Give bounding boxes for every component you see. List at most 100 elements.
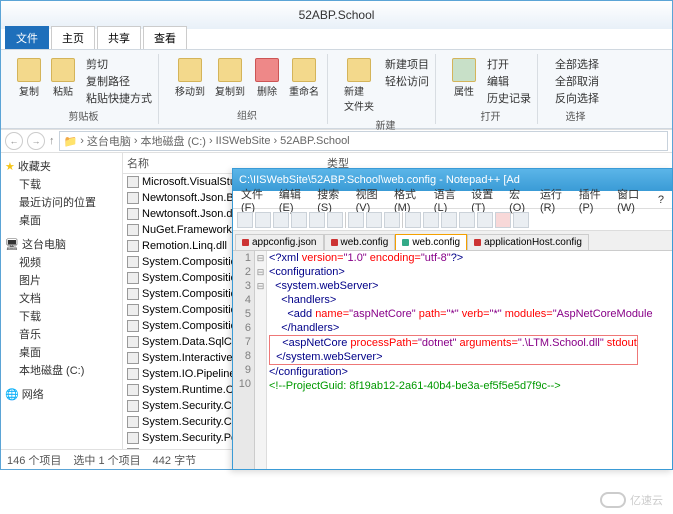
fold-gutter: ⊟⊟⊟ — [255, 251, 267, 469]
sidebar-downloads[interactable]: 下载 — [3, 175, 120, 193]
tab-view[interactable]: 查看 — [143, 26, 187, 49]
editor[interactable]: 12345678910 ⊟⊟⊟ <?xml version="1.0" enco… — [233, 251, 672, 469]
menu-item[interactable]: ? — [654, 193, 668, 207]
redo-icon[interactable] — [423, 212, 439, 228]
invert-selection-button[interactable]: 反向选择 — [552, 90, 599, 106]
sidebar-favorites[interactable]: ★收藏夹 — [3, 157, 120, 175]
tab-status-icon — [474, 239, 481, 246]
file-icon — [127, 240, 139, 252]
pc-icon: 🖥 — [5, 238, 19, 251]
paste-icon[interactable] — [384, 212, 400, 228]
menu-item[interactable]: 搜索(S) — [313, 185, 349, 215]
copy-icon[interactable] — [366, 212, 382, 228]
npp-menu: 文件(F)编辑(E)搜索(S)视图(V)格式(M)语言(L)设置(T)宏(O)运… — [233, 191, 672, 209]
open-button[interactable]: 打开 — [484, 56, 531, 72]
select-none-button[interactable]: 全部取消 — [552, 73, 599, 89]
sidebar-desktop2[interactable]: 桌面 — [3, 343, 120, 361]
close-icon[interactable] — [309, 212, 325, 228]
copy-to-button[interactable]: 复制到 — [213, 56, 247, 100]
ribbon-tabs: 文件 主页 共享 查看 — [1, 29, 672, 49]
menu-item[interactable]: 宏(O) — [505, 185, 534, 215]
menu-item[interactable]: 语言(L) — [430, 185, 465, 215]
file-icon — [127, 176, 139, 188]
zoom-icon[interactable] — [459, 212, 475, 228]
play-icon[interactable] — [513, 212, 529, 228]
nav-up-button[interactable]: ↑ — [49, 135, 55, 147]
editor-tab[interactable]: applicationHost.config — [467, 234, 589, 250]
cloud-icon — [600, 492, 626, 508]
sidebar-diskc[interactable]: 本地磁盘 (C:) — [3, 361, 120, 379]
item-count: 146 个项目 — [7, 452, 61, 468]
menu-item[interactable]: 格式(M) — [390, 185, 428, 215]
editor-tab[interactable]: appconfig.json — [235, 234, 324, 250]
ribbon-group-select: 全部选择 全部取消 反向选择 选择 — [546, 54, 605, 124]
wrap-icon[interactable] — [477, 212, 493, 228]
copy-path-button[interactable]: 复制路径 — [83, 73, 152, 89]
code-area[interactable]: <?xml version="1.0" encoding="utf-8"?> <… — [267, 251, 672, 469]
properties-button[interactable]: 属性 — [450, 56, 478, 100]
sidebar-desktop[interactable]: 桌面 — [3, 211, 120, 229]
menu-item[interactable]: 运行(R) — [536, 185, 573, 215]
file-icon — [127, 400, 139, 412]
save-icon[interactable] — [273, 212, 289, 228]
paste-shortcut-button[interactable]: 粘贴快捷方式 — [83, 90, 152, 106]
find-icon[interactable] — [441, 212, 457, 228]
select-all-button[interactable]: 全部选择 — [552, 56, 599, 72]
file-icon — [127, 384, 139, 396]
watermark: 亿速云 — [600, 492, 663, 508]
menu-item[interactable]: 窗口(W) — [613, 185, 652, 215]
easy-access-button[interactable]: 轻松访问 — [382, 73, 429, 89]
new-file-icon[interactable] — [237, 212, 253, 228]
clipboard-side: 剪切 复制路径 粘贴快捷方式 — [83, 56, 152, 106]
notepadpp-window: C:\IISWebSite\52ABP.School\web.config - … — [232, 168, 673, 470]
tab-status-icon — [402, 239, 409, 246]
npp-tabs: appconfig.jsonweb.configweb.configapplic… — [233, 231, 672, 251]
file-icon — [127, 320, 139, 332]
sidebar-downloads2[interactable]: 下载 — [3, 307, 120, 325]
paste-button[interactable]: 粘贴 — [49, 56, 77, 100]
ribbon-group-open: 属性 打开 编辑 历史记录 打开 — [444, 54, 538, 124]
sidebar-pictures[interactable]: 图片 — [3, 271, 120, 289]
tab-home[interactable]: 主页 — [51, 26, 95, 49]
copy-button[interactable]: 复制 — [15, 56, 43, 100]
sidebar-recent[interactable]: 最近访问的位置 — [3, 193, 120, 211]
menu-item[interactable]: 插件(P) — [575, 185, 611, 215]
window-title: 52ABP.School — [1, 1, 672, 29]
edit-button[interactable]: 编辑 — [484, 73, 531, 89]
delete-button[interactable]: 删除 — [253, 56, 281, 100]
sidebar-music[interactable]: 音乐 — [3, 325, 120, 343]
sidebar-documents[interactable]: 文档 — [3, 289, 120, 307]
file-icon — [127, 192, 139, 204]
editor-tab[interactable]: web.config — [395, 234, 467, 250]
rename-button[interactable]: 重命名 — [287, 56, 321, 100]
nav-back-button[interactable]: ← — [5, 132, 23, 150]
menu-item[interactable]: 文件(F) — [237, 185, 273, 215]
cut-button[interactable]: 剪切 — [83, 56, 152, 72]
menu-item[interactable]: 编辑(E) — [275, 185, 311, 215]
save-all-icon[interactable] — [291, 212, 307, 228]
print-icon[interactable] — [327, 212, 343, 228]
breadcrumb-bar: ← → ↑ 📁 ›这台电脑 ›本地磁盘 (C:) ›IISWebSite ›52… — [1, 129, 672, 153]
editor-tab[interactable]: web.config — [324, 234, 396, 250]
open-file-icon[interactable] — [255, 212, 271, 228]
menu-item[interactable]: 视图(V) — [352, 185, 388, 215]
history-button[interactable]: 历史记录 — [484, 90, 531, 106]
move-button[interactable]: 移动到 — [173, 56, 207, 100]
sidebar-network[interactable]: 🌐网络 — [3, 385, 120, 403]
record-icon[interactable] — [495, 212, 511, 228]
tab-file[interactable]: 文件 — [5, 26, 49, 49]
menu-item[interactable]: 设置(T) — [467, 185, 503, 215]
breadcrumb-path[interactable]: 📁 ›这台电脑 ›本地磁盘 (C:) ›IISWebSite ›52ABP.Sc… — [59, 131, 669, 151]
cut-icon[interactable] — [348, 212, 364, 228]
sidebar-videos[interactable]: 视频 — [3, 253, 120, 271]
sidebar-thispc[interactable]: 🖥这台电脑 — [3, 235, 120, 253]
tab-share[interactable]: 共享 — [97, 26, 141, 49]
sidebar: ★收藏夹 下载 最近访问的位置 桌面 🖥这台电脑 视频 图片 文档 下载 音乐 … — [1, 153, 123, 449]
new-folder-button[interactable]: 新建 文件夹 — [342, 56, 376, 115]
file-icon — [127, 288, 139, 300]
undo-icon[interactable] — [405, 212, 421, 228]
ribbon-group-organize: 移动到 复制到 删除 重命名 组织 — [167, 54, 328, 124]
selected-size: 442 字节 — [153, 452, 196, 468]
nav-forward-button[interactable]: → — [27, 132, 45, 150]
new-item-button[interactable]: 新建项目 — [382, 56, 429, 72]
